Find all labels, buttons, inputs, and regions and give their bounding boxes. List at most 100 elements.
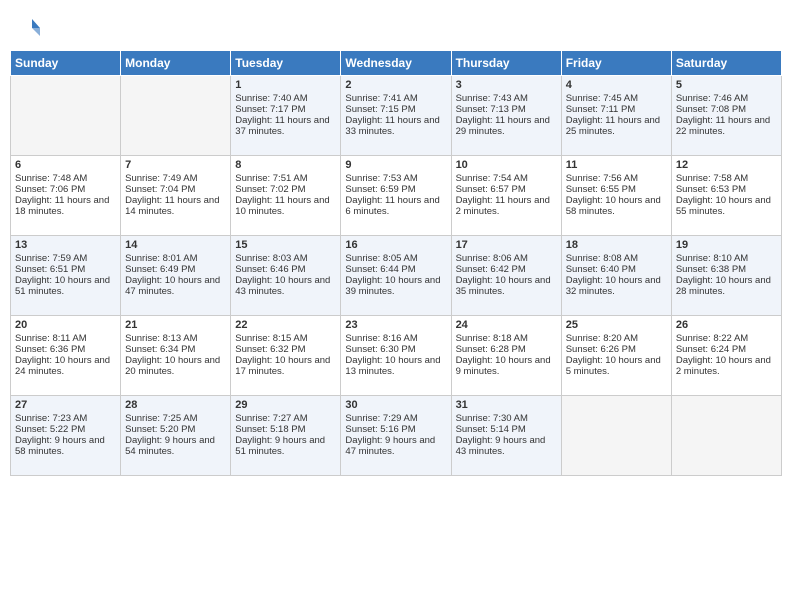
sunrise: Sunrise: 7:48 AM: [15, 173, 87, 184]
day-header: Thursday: [451, 51, 561, 76]
sunrise: Sunrise: 7:43 AM: [456, 93, 528, 104]
sunset: Sunset: 7:17 PM: [235, 104, 305, 115]
sunrise: Sunrise: 7:40 AM: [235, 93, 307, 104]
sunrise: Sunrise: 8:06 AM: [456, 253, 528, 264]
day-number: 19: [676, 239, 777, 251]
sunrise: Sunrise: 7:45 AM: [566, 93, 638, 104]
day-number: 14: [125, 239, 226, 251]
calendar-cell: 11Sunrise: 7:56 AMSunset: 6:55 PMDayligh…: [561, 156, 671, 236]
daylight: Daylight: 10 hours and 43 minutes.: [235, 275, 330, 297]
sunset: Sunset: 6:38 PM: [676, 264, 746, 275]
daylight: Daylight: 11 hours and 25 minutes.: [566, 115, 660, 137]
sunset: Sunset: 5:16 PM: [345, 424, 415, 435]
calendar-week: 27Sunrise: 7:23 AMSunset: 5:22 PMDayligh…: [11, 396, 782, 476]
calendar-cell: 6Sunrise: 7:48 AMSunset: 7:06 PMDaylight…: [11, 156, 121, 236]
day-number: 7: [125, 159, 226, 171]
sunset: Sunset: 5:18 PM: [235, 424, 305, 435]
sunrise: Sunrise: 7:51 AM: [235, 173, 307, 184]
daylight: Daylight: 10 hours and 9 minutes.: [456, 355, 551, 377]
calendar-cell: [11, 76, 121, 156]
daylight: Daylight: 11 hours and 2 minutes.: [456, 195, 550, 217]
calendar-cell: 3Sunrise: 7:43 AMSunset: 7:13 PMDaylight…: [451, 76, 561, 156]
calendar-cell: 29Sunrise: 7:27 AMSunset: 5:18 PMDayligh…: [231, 396, 341, 476]
day-number: 20: [15, 319, 116, 331]
daylight: Daylight: 11 hours and 18 minutes.: [15, 195, 109, 217]
daylight: Daylight: 11 hours and 29 minutes.: [456, 115, 550, 137]
day-number: 5: [676, 79, 777, 91]
sunrise: Sunrise: 7:25 AM: [125, 413, 197, 424]
calendar-cell: 31Sunrise: 7:30 AMSunset: 5:14 PMDayligh…: [451, 396, 561, 476]
day-header: Sunday: [11, 51, 121, 76]
calendar-cell: [121, 76, 231, 156]
sunset: Sunset: 7:04 PM: [125, 184, 195, 195]
sunrise: Sunrise: 7:46 AM: [676, 93, 748, 104]
calendar-cell: 28Sunrise: 7:25 AMSunset: 5:20 PMDayligh…: [121, 396, 231, 476]
sunrise: Sunrise: 8:18 AM: [456, 333, 528, 344]
sunset: Sunset: 5:22 PM: [15, 424, 85, 435]
sunset: Sunset: 6:57 PM: [456, 184, 526, 195]
day-number: 22: [235, 319, 336, 331]
daylight: Daylight: 9 hours and 43 minutes.: [456, 435, 546, 457]
daylight: Daylight: 10 hours and 24 minutes.: [15, 355, 110, 377]
day-number: 15: [235, 239, 336, 251]
sunrise: Sunrise: 7:58 AM: [676, 173, 748, 184]
calendar-week: 13 Sunrise: 7:59 AMSunset: 6:51 PM Dayligh…: [11, 236, 782, 316]
sunset: Sunset: 6:59 PM: [345, 184, 415, 195]
daylight: Daylight: 10 hours and 5 minutes.: [566, 355, 661, 377]
day-number: 24: [456, 319, 557, 331]
sunrise: Sunrise: 7:59 AM: [15, 253, 87, 264]
sunrise: Sunrise: 8:03 AM: [235, 253, 307, 264]
sunrise: Sunrise: 7:49 AM: [125, 173, 197, 184]
calendar-cell: 15Sunrise: 8:03 AMSunset: 6:46 PMDayligh…: [231, 236, 341, 316]
sunset: Sunset: 6:49 PM: [125, 264, 195, 275]
day-number: 28: [125, 399, 226, 411]
sunset: Sunset: 7:02 PM: [235, 184, 305, 195]
day-number: 23: [345, 319, 446, 331]
sunrise: Sunrise: 7:27 AM: [235, 413, 307, 424]
calendar-cell: 8Sunrise: 7:51 AMSunset: 7:02 PMDaylight…: [231, 156, 341, 236]
sunrise: Sunrise: 7:29 AM: [345, 413, 417, 424]
sunset: Sunset: 6:24 PM: [676, 344, 746, 355]
calendar-cell: [671, 396, 781, 476]
daylight: Daylight: 9 hours and 54 minutes.: [125, 435, 215, 457]
day-number: 2: [345, 79, 446, 91]
sunrise: Sunrise: 7:23 AM: [15, 413, 87, 424]
sunset: Sunset: 5:14 PM: [456, 424, 526, 435]
calendar-cell: 22Sunrise: 8:15 AMSunset: 6:32 PMDayligh…: [231, 316, 341, 396]
sunset: Sunset: 6:51 PM: [15, 264, 85, 275]
sunset: Sunset: 6:44 PM: [345, 264, 415, 275]
page-header: [10, 10, 782, 44]
calendar-table: SundayMondayTuesdayWednesdayThursdayFrid…: [10, 50, 782, 476]
daylight: Daylight: 10 hours and 58 minutes.: [566, 195, 661, 217]
day-number: 31: [456, 399, 557, 411]
calendar-header: SundayMondayTuesdayWednesdayThursdayFrid…: [11, 51, 782, 76]
sunset: Sunset: 7:15 PM: [345, 104, 415, 115]
daylight: Daylight: 10 hours and 20 minutes.: [125, 355, 220, 377]
daylight: Daylight: 10 hours and 35 minutes.: [456, 275, 551, 297]
calendar-cell: 19Sunrise: 8:10 AMSunset: 6:38 PMDayligh…: [671, 236, 781, 316]
daylight: Daylight: 11 hours and 14 minutes.: [125, 195, 219, 217]
daylight: Daylight: 11 hours and 22 minutes.: [676, 115, 770, 137]
day-header: Saturday: [671, 51, 781, 76]
sunset: Sunset: 6:32 PM: [235, 344, 305, 355]
sunrise: Sunrise: 8:05 AM: [345, 253, 417, 264]
sunrise: Sunrise: 8:10 AM: [676, 253, 748, 264]
sunrise: Sunrise: 7:56 AM: [566, 173, 638, 184]
daylight: Daylight: 10 hours and 32 minutes.: [566, 275, 661, 297]
sunset: Sunset: 7:08 PM: [676, 104, 746, 115]
calendar-cell: 20Sunrise: 8:11 AMSunset: 6:36 PMDayligh…: [11, 316, 121, 396]
calendar-cell: 16Sunrise: 8:05 AMSunset: 6:44 PMDayligh…: [341, 236, 451, 316]
calendar-cell: 18Sunrise: 8:08 AMSunset: 6:40 PMDayligh…: [561, 236, 671, 316]
calendar-cell: 10Sunrise: 7:54 AMSunset: 6:57 PMDayligh…: [451, 156, 561, 236]
day-number: 12: [676, 159, 777, 171]
day-number: 3: [456, 79, 557, 91]
day-number: 8: [235, 159, 336, 171]
calendar-cell: 27Sunrise: 7:23 AMSunset: 5:22 PMDayligh…: [11, 396, 121, 476]
sunrise: Sunrise: 8:13 AM: [125, 333, 197, 344]
day-number: 13: [15, 239, 116, 251]
calendar-cell: 2Sunrise: 7:41 AMSunset: 7:15 PMDaylight…: [341, 76, 451, 156]
calendar-cell: 5 Sunrise: 7:46 AMSunset: 7:08 PMDaylight…: [671, 76, 781, 156]
day-number: 26: [676, 319, 777, 331]
sunrise: Sunrise: 8:20 AM: [566, 333, 638, 344]
day-number: 18: [566, 239, 667, 251]
